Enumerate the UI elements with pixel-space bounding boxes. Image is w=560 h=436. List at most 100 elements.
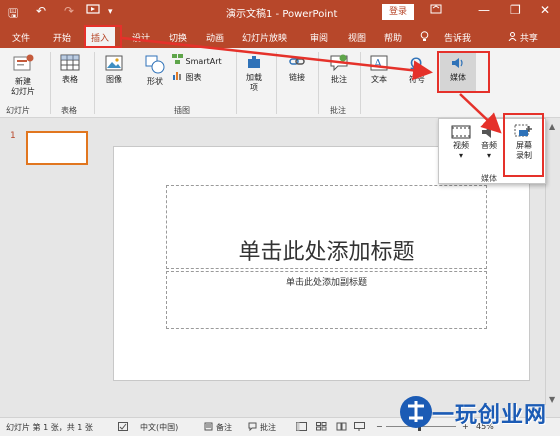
comment-label: 批注 xyxy=(331,75,347,84)
lightbulb-icon xyxy=(420,31,429,45)
group-label-slides: 幻灯片 xyxy=(6,106,30,115)
audio-speaker-icon xyxy=(482,126,491,138)
comments-icon xyxy=(248,422,257,433)
images-button[interactable]: 图像 xyxy=(100,53,128,85)
symbol-button[interactable]: Ω 符号 xyxy=(402,53,432,85)
tab-transitions[interactable]: 切换 xyxy=(169,31,187,44)
text-button[interactable]: A 文本 xyxy=(364,53,394,85)
divider xyxy=(94,52,95,114)
notes-icon xyxy=(204,422,213,433)
tab-review[interactable]: 审阅 xyxy=(310,31,328,44)
tab-home[interactable]: 开始 xyxy=(53,31,71,44)
audio-button[interactable]: 音频 ▾ xyxy=(477,125,501,161)
symbol-label: 符号 xyxy=(409,75,425,84)
notes-button[interactable]: 备注 xyxy=(216,422,232,433)
language-status[interactable]: 中文(中国) xyxy=(140,422,178,433)
slideshow-icon[interactable] xyxy=(354,422,365,433)
divider xyxy=(50,52,51,114)
chart-button[interactable]: 图表 xyxy=(172,70,226,83)
divider xyxy=(276,52,277,114)
chart-label: 图表 xyxy=(185,73,202,82)
addins-label: 加载 xyxy=(246,73,262,82)
slide-thumbnail[interactable] xyxy=(26,131,88,165)
film-icon xyxy=(451,125,471,139)
addins-icon xyxy=(248,56,260,68)
scroll-up-icon[interactable]: ▲ xyxy=(549,122,555,131)
new-slide-button[interactable]: 新建 幻灯片 xyxy=(6,53,40,97)
tab-view[interactable]: 视图 xyxy=(348,31,366,44)
title-bar: 🖫 ↶ ↷ ▾ 演示文稿1 - PowerPoint 登录 — ❐ ✕ xyxy=(0,0,560,24)
shapes-button[interactable]: 形状 xyxy=(138,53,172,87)
comment-icon xyxy=(330,54,348,72)
spellcheck-icon[interactable] xyxy=(118,422,128,433)
window-title: 演示文稿1 - PowerPoint xyxy=(226,9,338,20)
title-placeholder-text: 单击此处添加标题 xyxy=(238,240,415,265)
image-icon xyxy=(105,55,123,71)
audio-label: 音频 xyxy=(481,141,497,150)
slide-info: 幻灯片 第 1 张，共 1 张 xyxy=(6,423,93,432)
smartart-button[interactable]: SmartArt xyxy=(172,54,226,66)
link-button[interactable]: 链接 xyxy=(282,53,312,83)
slide-sorter-icon[interactable] xyxy=(316,422,327,433)
table-label: 表格 xyxy=(62,75,78,84)
addins-button[interactable]: 加载 项 xyxy=(240,53,268,93)
comments-button[interactable]: 批注 xyxy=(260,422,276,433)
chevron-down-icon: ▾ xyxy=(458,151,463,160)
close-button[interactable]: ✕ xyxy=(540,3,550,17)
customize-quick-access-icon[interactable]: ▾ xyxy=(108,7,113,17)
group-label-illustrations: 插图 xyxy=(174,106,190,115)
text-label: 文本 xyxy=(371,75,387,84)
minimize-button[interactable]: — xyxy=(478,3,490,17)
share-label: 共享 xyxy=(519,34,538,44)
new-slide-icon xyxy=(13,54,34,71)
vertical-scrollbar[interactable]: ▲ ▼ xyxy=(545,119,560,417)
images-label: 图像 xyxy=(106,75,122,84)
group-label-media: 媒体 xyxy=(481,174,497,183)
tell-me-search[interactable]: 告诉我 xyxy=(444,31,471,44)
save-icon[interactable]: 🖫 xyxy=(8,4,18,25)
share-button[interactable]: 共享 xyxy=(508,31,538,44)
shapes-label: 形状 xyxy=(147,77,163,86)
normal-view-icon[interactable] xyxy=(296,422,307,433)
start-from-beginning-icon[interactable] xyxy=(86,4,100,19)
annotation-box-media xyxy=(437,51,490,93)
watermark-text: 一玩创业网 xyxy=(432,402,548,428)
table-button[interactable]: 表格 xyxy=(56,53,84,85)
restore-button[interactable]: ❐ xyxy=(510,3,521,17)
new-slide-label2: 幻灯片 xyxy=(11,87,35,96)
link-label: 链接 xyxy=(289,73,305,82)
reading-view-icon[interactable] xyxy=(336,422,347,433)
omega-icon: Ω xyxy=(410,54,422,73)
chevron-down-icon: ▾ xyxy=(486,151,491,160)
tab-design[interactable]: 设计 xyxy=(132,31,150,44)
tab-file[interactable]: 文件 xyxy=(12,31,30,44)
comment-button[interactable]: 批注 xyxy=(324,53,354,85)
table-icon xyxy=(60,54,80,71)
tab-slideshow[interactable]: 幻灯片放映 xyxy=(242,31,287,44)
tab-help[interactable]: 帮助 xyxy=(384,31,402,44)
group-label-comments: 批注 xyxy=(330,106,346,115)
annotation-box-insert-tab xyxy=(84,25,122,48)
tab-animations[interactable]: 动画 xyxy=(206,31,224,44)
link-icon xyxy=(289,58,305,65)
divider xyxy=(236,52,237,114)
text-box-icon: A xyxy=(370,55,388,71)
video-button[interactable]: 视频 ▾ xyxy=(447,125,475,161)
shapes-icon xyxy=(145,55,165,74)
annotation-box-screen-recording xyxy=(503,113,544,177)
smartart-icon xyxy=(172,54,183,64)
new-slide-label: 新建 xyxy=(15,77,31,86)
addins-label2: 项 xyxy=(250,83,258,92)
ribbon-display-icon[interactable] xyxy=(430,3,442,18)
divider xyxy=(318,52,319,114)
svg-text:A: A xyxy=(373,57,383,70)
login-button[interactable]: 登录 xyxy=(382,4,414,20)
undo-icon[interactable]: ↶ xyxy=(36,4,46,18)
redo-icon[interactable]: ↷ xyxy=(64,4,74,18)
zoom-out-button[interactable]: − xyxy=(376,422,383,431)
person-icon xyxy=(508,32,517,42)
smartart-label: SmartArt xyxy=(185,57,222,66)
chart-icon xyxy=(173,72,181,80)
group-label-tables: 表格 xyxy=(61,106,77,115)
divider xyxy=(360,52,361,114)
